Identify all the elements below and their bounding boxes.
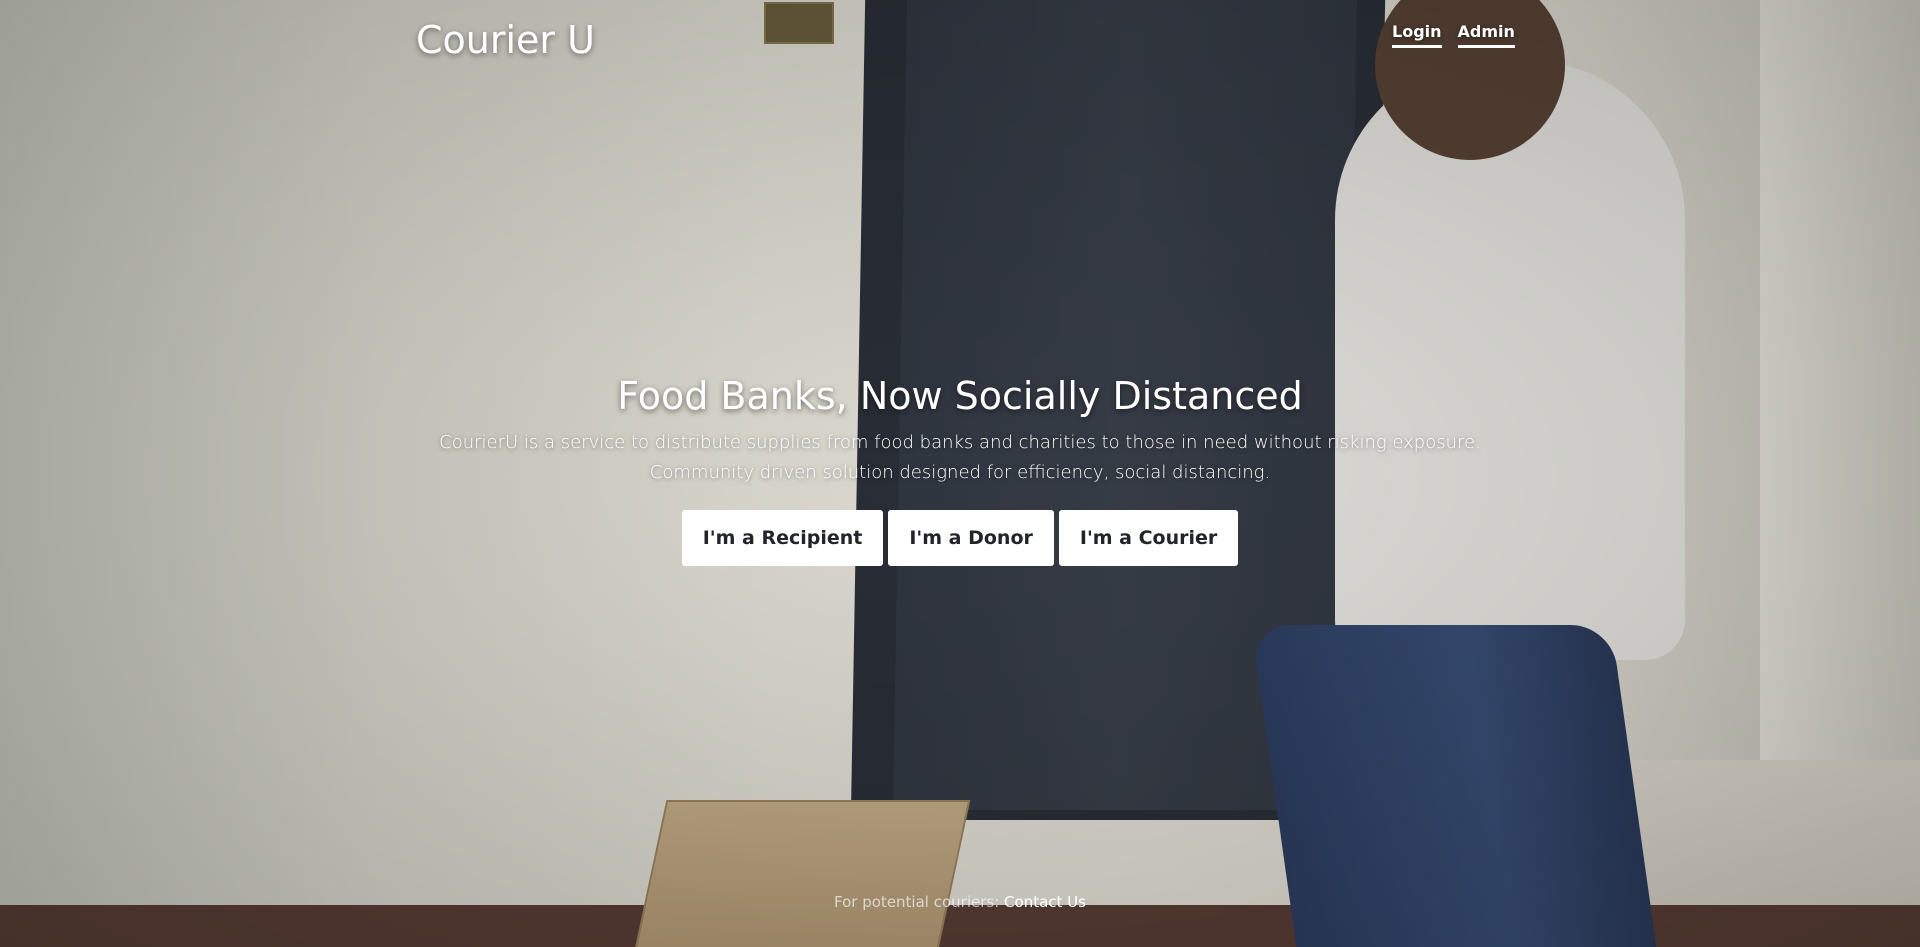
contact-us-link[interactable]: Contact Us — [1004, 893, 1086, 911]
hero-section: Courier U Login Admin Food Banks, Now So… — [0, 0, 1920, 947]
cover-content: Food Banks, Now Socially Distanced Couri… — [0, 370, 1920, 566]
lead-line-1: CourierU is a service to distribute supp… — [439, 432, 1481, 453]
courier-button[interactable]: I'm a Courier — [1058, 510, 1239, 566]
brand-logo-link[interactable]: Courier U — [416, 18, 595, 62]
footer: For potential couriers: Contact Us — [0, 893, 1920, 911]
lead-line-2: Community driven solution designed for e… — [649, 462, 1271, 483]
nav-login-link[interactable]: Login — [1392, 22, 1442, 48]
page-headline: Food Banks, Now Socially Distanced — [617, 374, 1303, 418]
top-nav: Login Admin — [1392, 22, 1515, 48]
footer-text: For potential couriers: — [834, 893, 1000, 911]
nav-admin-link[interactable]: Admin — [1457, 22, 1515, 48]
donor-button[interactable]: I'm a Donor — [888, 510, 1054, 566]
lead-text: CourierU is a service to distribute supp… — [0, 428, 1920, 488]
recipient-button[interactable]: I'm a Recipient — [681, 510, 884, 566]
role-buttons: I'm a Recipient I'm a Donor I'm a Courie… — [0, 510, 1920, 566]
